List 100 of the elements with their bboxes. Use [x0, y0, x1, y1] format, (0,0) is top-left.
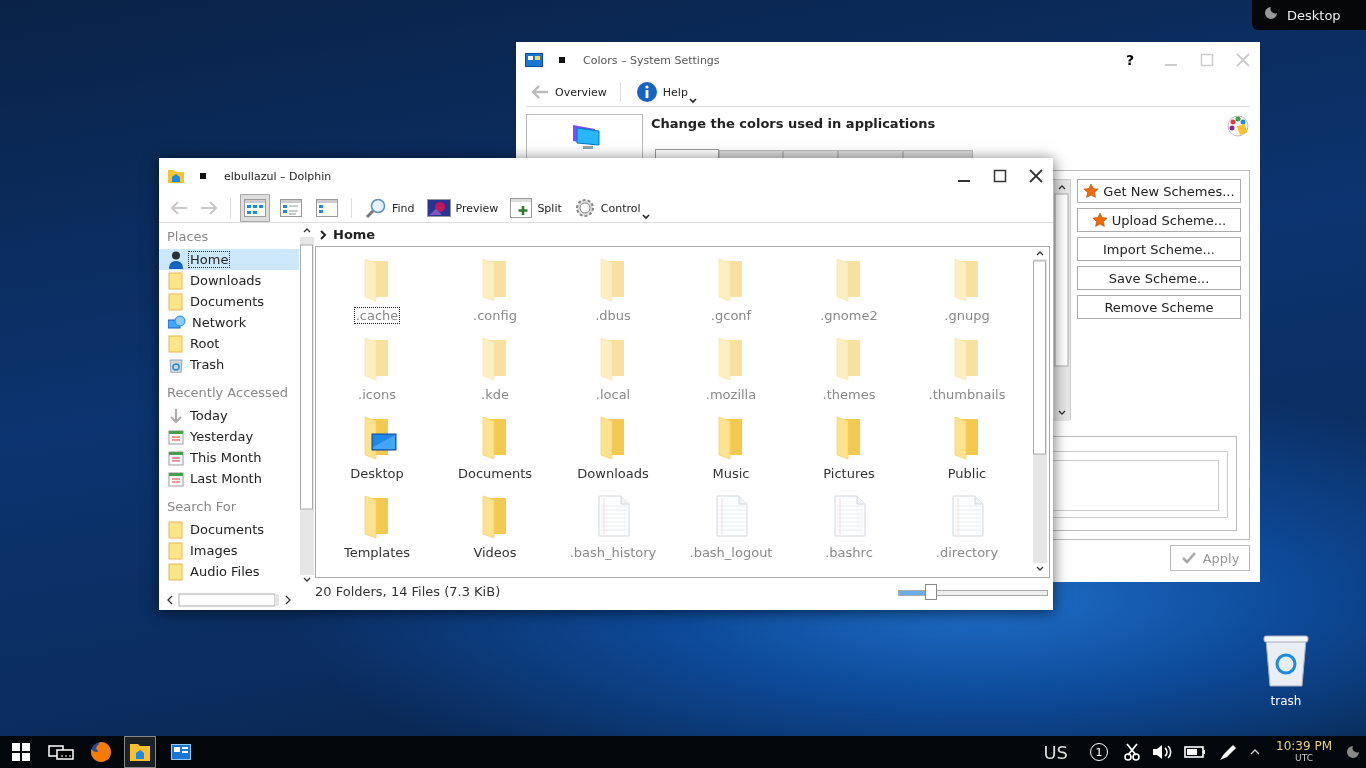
- star-icon: [1091, 212, 1108, 228]
- scheme-button[interactable]: Save Scheme...: [1077, 266, 1241, 290]
- file-item[interactable]: .directory: [908, 492, 1026, 571]
- places-item[interactable]: Today: [159, 405, 299, 426]
- places-item[interactable]: Network: [159, 312, 299, 333]
- folder-icon: [168, 541, 184, 560]
- file-item[interactable]: Templates: [318, 492, 436, 571]
- help-button[interactable]: ?: [1125, 52, 1134, 68]
- places-item[interactable]: Images: [159, 540, 299, 561]
- file-item[interactable]: .bash_logout: [672, 492, 790, 571]
- file-item[interactable]: Desktop: [318, 413, 436, 492]
- file-item[interactable]: .gnome2: [790, 255, 908, 334]
- overview-button[interactable]: Overview: [526, 79, 609, 105]
- file-item[interactable]: Pictures: [790, 413, 908, 492]
- split-view-icon: [510, 197, 533, 219]
- scrollbar[interactable]: [1054, 180, 1070, 421]
- places-item[interactable]: Trash: [159, 354, 299, 375]
- window-title: Colors – System Settings: [583, 53, 720, 67]
- file-item[interactable]: .thumbnails: [908, 334, 1026, 413]
- icons-view-button[interactable]: [240, 194, 270, 222]
- places-item[interactable]: Documents: [159, 519, 299, 540]
- app-icon: [525, 53, 543, 67]
- back-arrow-icon: [530, 84, 550, 100]
- chevron-icon: [319, 229, 327, 240]
- scheme-button[interactable]: Get New Schemes...: [1077, 179, 1241, 203]
- scissors-icon[interactable]: [1124, 743, 1140, 761]
- calendar-icon: [168, 428, 184, 445]
- places-item[interactable]: Root: [159, 333, 299, 354]
- home-folder-icon: [168, 169, 184, 183]
- caret-icon[interactable]: [1250, 748, 1260, 756]
- moon-icon: [1264, 6, 1278, 20]
- places-item[interactable]: This Month: [159, 447, 299, 468]
- file-item[interactable]: .kde: [436, 334, 554, 413]
- file-item[interactable]: Public: [908, 413, 1026, 492]
- gear-icon: [573, 197, 596, 219]
- file-item[interactable]: Videos: [436, 492, 554, 571]
- places-item[interactable]: Documents: [159, 291, 299, 312]
- image-icon: [426, 198, 451, 218]
- taskbar-button[interactable]: [124, 736, 156, 768]
- moon-icon[interactable]: [1346, 745, 1360, 759]
- status-text: 20 Folders, 14 Files (7.3 KiB): [315, 584, 501, 599]
- places-item[interactable]: Yesterday: [159, 426, 299, 447]
- view-mode-icon: [316, 199, 338, 217]
- file-item[interactable]: Downloads: [554, 413, 672, 492]
- file-item[interactable]: .config: [436, 255, 554, 334]
- breadcrumb-item[interactable]: Home: [333, 227, 376, 242]
- file-item[interactable]: .bashrc: [790, 492, 908, 571]
- folder-icon: [168, 520, 184, 539]
- places-item[interactable]: Home: [159, 249, 299, 270]
- file-item[interactable]: .cache: [318, 255, 436, 334]
- checkmark-icon: [1180, 551, 1197, 565]
- scheme-button[interactable]: Import Scheme...: [1077, 237, 1241, 261]
- windows-icon: [12, 743, 30, 761]
- scheme-button[interactable]: Upload Scheme...: [1077, 208, 1241, 232]
- places-item[interactable]: Audio Files: [159, 561, 299, 582]
- speaker-icon[interactable]: [1152, 744, 1172, 760]
- file-item[interactable]: .gnupg: [908, 255, 1026, 334]
- calendar-icon: [168, 449, 184, 466]
- file-item[interactable]: .icons: [318, 334, 436, 413]
- preview-button[interactable]: Preview: [422, 195, 501, 221]
- window-title: elbullazul – Dolphin: [224, 169, 332, 183]
- tab[interactable]: [655, 149, 719, 158]
- network-icon: [168, 314, 186, 331]
- browser-icon: [90, 741, 112, 763]
- places-item[interactable]: Downloads: [159, 270, 299, 291]
- gear-button[interactable]: Control: [569, 195, 652, 221]
- desktop-panel[interactable]: Desktop: [1252, 0, 1366, 30]
- calendar-icon: [168, 470, 184, 487]
- folder-icon: [168, 271, 184, 290]
- keyboard-layout[interactable]: US: [1043, 741, 1068, 763]
- find-button[interactable]: Find: [361, 195, 417, 221]
- file-item[interactable]: .themes: [790, 334, 908, 413]
- folder-icon: [168, 292, 184, 311]
- battery-icon[interactable]: [1184, 745, 1206, 759]
- clock-time[interactable]: 10:39 PM: [1276, 740, 1332, 754]
- file-item[interactable]: .local: [554, 334, 672, 413]
- file-item[interactable]: Documents: [436, 413, 554, 492]
- split-button[interactable]: Split: [506, 195, 564, 221]
- zoom-slider[interactable]: [898, 583, 1048, 600]
- file-item[interactable]: Music: [672, 413, 790, 492]
- help-menu-button[interactable]: Help: [631, 79, 699, 105]
- section-heading: Search For: [167, 498, 238, 516]
- file-item[interactable]: .gconf: [672, 255, 790, 334]
- maximize-icon[interactable]: [993, 169, 1007, 183]
- panel-label: Desktop: [1287, 7, 1341, 23]
- view-mode-icon: [280, 199, 302, 217]
- home-folder-icon: [129, 742, 151, 762]
- file-item[interactable]: .dbus: [554, 255, 672, 334]
- trash-icon[interactable]: [1262, 632, 1310, 688]
- close-icon[interactable]: [1029, 169, 1043, 183]
- file-item[interactable]: .bash_history: [554, 492, 672, 571]
- places-item[interactable]: Last Month: [159, 468, 299, 489]
- file-item[interactable]: .mozilla: [672, 334, 790, 413]
- pen-icon[interactable]: [1218, 743, 1238, 761]
- slider-thumb[interactable]: [925, 583, 937, 600]
- clock-timezone[interactable]: UTC: [1295, 753, 1313, 764]
- folder-icon: [168, 334, 184, 353]
- desktop-icon-label[interactable]: trash: [1270, 694, 1302, 708]
- page-heading: Change the colors used in applications: [651, 116, 936, 131]
- scheme-button[interactable]: Remove Scheme: [1077, 295, 1241, 319]
